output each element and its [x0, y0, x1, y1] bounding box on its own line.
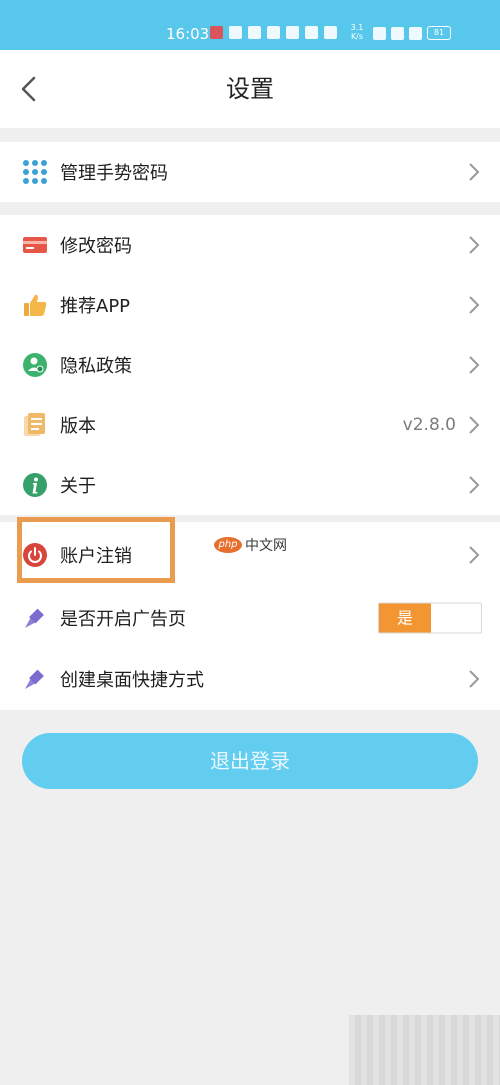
network-speed: 3.1 K/s [349, 23, 365, 41]
mute-icon [324, 26, 337, 39]
watermark: php 中文网 [214, 535, 287, 555]
privacy-user-icon [23, 353, 47, 377]
settings-group-general: 修改密码 推荐APP 隐私政策 版本 v2.8.0 关于 [0, 215, 500, 515]
wifi-icon [373, 26, 386, 40]
pen-icon [25, 608, 44, 628]
chevron-right-icon [469, 236, 480, 254]
page-title: 设置 [226, 75, 274, 103]
ad-page-toggle[interactable]: 是 [378, 602, 482, 634]
row-change-password[interactable]: 修改密码 [0, 215, 500, 275]
battery-icon: 81 [427, 26, 451, 40]
row-label: 版本 [60, 416, 96, 437]
chevron-right-icon [469, 476, 480, 494]
app-notification-icon [210, 26, 223, 39]
row-account-deletion[interactable]: 账户注销 [0, 522, 500, 588]
row-label: 推荐APP [60, 296, 131, 317]
app-notification-icon [286, 26, 299, 39]
row-version[interactable]: 版本 v2.8.0 [0, 395, 500, 455]
network-speed-unit: K/s [350, 32, 364, 41]
php-logo: php [214, 537, 242, 553]
chevron-right-icon [469, 416, 480, 434]
eye-icon [267, 26, 280, 39]
app-notification-icon [229, 26, 242, 39]
toggle-on-label: 是 [379, 603, 431, 633]
row-label: 隐私政策 [60, 356, 132, 377]
chevron-right-icon [469, 356, 480, 374]
row-label: 关于 [60, 476, 96, 497]
status-left-icons [210, 26, 337, 39]
chevron-right-icon [469, 670, 480, 688]
chevron-right-icon [469, 296, 480, 314]
version-value: v2.8.0 [402, 415, 456, 435]
row-label: 修改密码 [60, 236, 132, 257]
grid-dots-icon [23, 160, 47, 184]
row-recommend-app[interactable]: 推荐APP [0, 275, 500, 335]
row-create-shortcut[interactable]: 创建桌面快捷方式 [0, 648, 500, 710]
pen-icon [25, 669, 44, 689]
row-ad-page: 是否开启广告页 是 [0, 588, 500, 648]
watermark-text: 中文网 [245, 538, 287, 554]
hd-icon [391, 26, 404, 40]
settings-group-security: 管理手势密码 [0, 142, 500, 202]
status-bar: 16:03 3.1 K/s 81 [0, 0, 500, 50]
row-label: 是否开启广告页 [60, 609, 186, 630]
chevron-right-icon [469, 163, 480, 181]
chevron-right-icon [469, 546, 480, 564]
thumbs-up-icon [24, 294, 47, 316]
row-privacy-policy[interactable]: 隐私政策 [0, 335, 500, 395]
row-manage-gesture-password[interactable]: 管理手势密码 [0, 142, 500, 202]
info-icon [23, 473, 47, 497]
wechat-icon [248, 26, 261, 39]
power-icon [23, 543, 47, 567]
card-icon [23, 237, 47, 253]
app-notification-icon [305, 26, 318, 39]
header: 设置 [0, 50, 500, 128]
blurred-region [349, 1015, 500, 1085]
row-label: 创建桌面快捷方式 [60, 670, 204, 691]
logout-button[interactable]: 退出登录 [22, 733, 478, 789]
signal-icon [409, 26, 422, 40]
status-time: 16:03 [166, 25, 210, 43]
row-about[interactable]: 关于 [0, 455, 500, 515]
network-speed-value: 3.1 [350, 23, 364, 32]
document-icon [24, 413, 45, 436]
status-right-icons: 81 [373, 26, 451, 40]
row-label: 账户注销 [60, 546, 132, 567]
row-label: 管理手势密码 [60, 163, 168, 184]
